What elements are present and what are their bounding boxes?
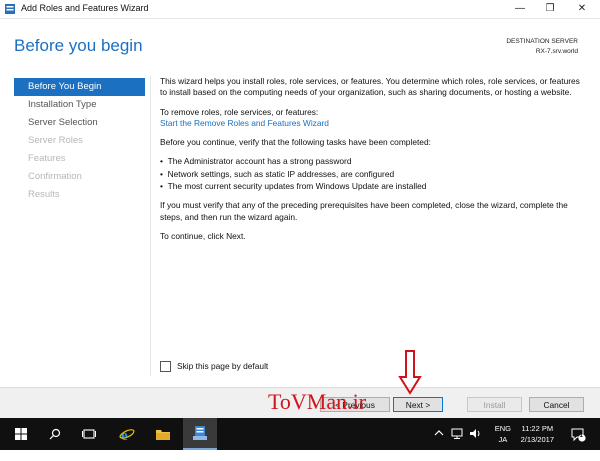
- next-button[interactable]: Next >: [393, 397, 443, 412]
- volume-control[interactable]: [469, 428, 481, 460]
- clock-date: 2/13/2017: [520, 435, 554, 444]
- taskbar-internet-explorer[interactable]: e: [110, 418, 144, 450]
- nav-item-server-roles: Server Roles: [28, 135, 83, 146]
- arrow-down-icon: [398, 350, 422, 395]
- server-manager-icon: [5, 4, 15, 14]
- skip-page-option[interactable]: Skip this page by default: [160, 361, 269, 373]
- maximize-button[interactable]: ❐: [535, 0, 565, 18]
- nav-item-results: Results: [28, 189, 60, 200]
- continue-text: To continue, click Next.: [160, 230, 246, 241]
- network-status[interactable]: [451, 428, 463, 460]
- watermark-text: ToVMan.ir: [268, 389, 367, 414]
- tray-chevron[interactable]: [434, 429, 444, 461]
- prereq-text: If you must verify that any of the prece…: [160, 200, 568, 222]
- list-item: • Network settings, such as static IP ad…: [160, 168, 395, 179]
- skip-page-checkbox[interactable]: [160, 361, 171, 373]
- minimize-button[interactable]: —: [505, 0, 535, 18]
- nav-item-installation-type[interactable]: Installation Type: [14, 96, 145, 114]
- window-title: Add Roles and Features Wizard: [21, 3, 149, 13]
- cancel-button[interactable]: Cancel: [529, 397, 584, 412]
- wizard-window: Add Roles and Features Wizard — ❐ ✕ Befo…: [0, 0, 600, 419]
- install-button: Install: [467, 397, 522, 412]
- action-center[interactable]: 1: [570, 427, 586, 459]
- remove-label: To remove roles, role services, or featu…: [160, 106, 319, 117]
- internet-explorer-icon: e: [119, 428, 135, 442]
- intro-text: This wizard helps you install roles, rol…: [160, 76, 580, 98]
- clock[interactable]: 11:22 PM 2/13/2017: [521, 423, 554, 445]
- skip-page-label: Skip this page by default: [177, 361, 269, 371]
- page-title: Before you begin: [14, 36, 143, 55]
- network-icon: [451, 428, 463, 439]
- nav-item-before-you-begin[interactable]: Before You Begin: [14, 78, 145, 96]
- lang-bottom: JA: [498, 435, 508, 444]
- input-language[interactable]: ENG JA: [495, 423, 511, 445]
- taskbar: e ENG JA 11:22 PM 2/13/2017 1: [0, 418, 600, 450]
- list-item: • The Administrator account has a strong…: [160, 156, 352, 167]
- title-bar[interactable]: Add Roles and Features Wizard — ❐ ✕: [0, 0, 600, 19]
- destination-server-name: RX-7.srv.world: [535, 48, 578, 55]
- destination-label: DESTINATION SERVER: [506, 38, 578, 45]
- search-button[interactable]: [38, 418, 72, 450]
- destination-server: DESTINATION SERVER RX-7.srv.world: [506, 37, 578, 57]
- list-item: • The most current security updates from…: [160, 181, 427, 192]
- nav-item-confirmation: Confirmation: [28, 171, 82, 182]
- taskbar-file-explorer[interactable]: [146, 418, 180, 450]
- svg-text:e: e: [121, 428, 128, 442]
- task-view-button[interactable]: [72, 418, 106, 450]
- remove-wizard-link[interactable]: Start the Remove Roles and Features Wiza…: [160, 118, 329, 128]
- prerequisite-list: • The Administrator account has a strong…: [160, 156, 580, 192]
- start-button[interactable]: [4, 418, 38, 450]
- lang-top: ENG: [494, 424, 511, 433]
- server-manager-icon: [193, 426, 207, 440]
- nav-item-features: Features: [28, 153, 66, 164]
- chevron-up-icon: [434, 430, 444, 436]
- wizard-content: This wizard helps you install roles, rol…: [160, 76, 580, 250]
- wizard-nav: Before You Begin Installation Type Serve…: [14, 78, 145, 204]
- windows-logo-icon: [15, 428, 27, 440]
- folder-icon: [156, 430, 170, 440]
- search-icon: [49, 428, 61, 440]
- notification-count: 1: [579, 433, 583, 439]
- clock-time: 11:22 PM: [521, 424, 554, 433]
- task-view-icon: [82, 429, 96, 439]
- nav-item-server-selection[interactable]: Server Selection: [14, 114, 145, 132]
- verify-text: Before you continue, verify that the fol…: [160, 137, 431, 148]
- nav-divider: [150, 76, 151, 376]
- notification-icon: [571, 428, 586, 442]
- close-button[interactable]: ✕: [567, 0, 597, 18]
- speaker-icon: [470, 429, 480, 438]
- taskbar-server-manager[interactable]: [183, 418, 217, 450]
